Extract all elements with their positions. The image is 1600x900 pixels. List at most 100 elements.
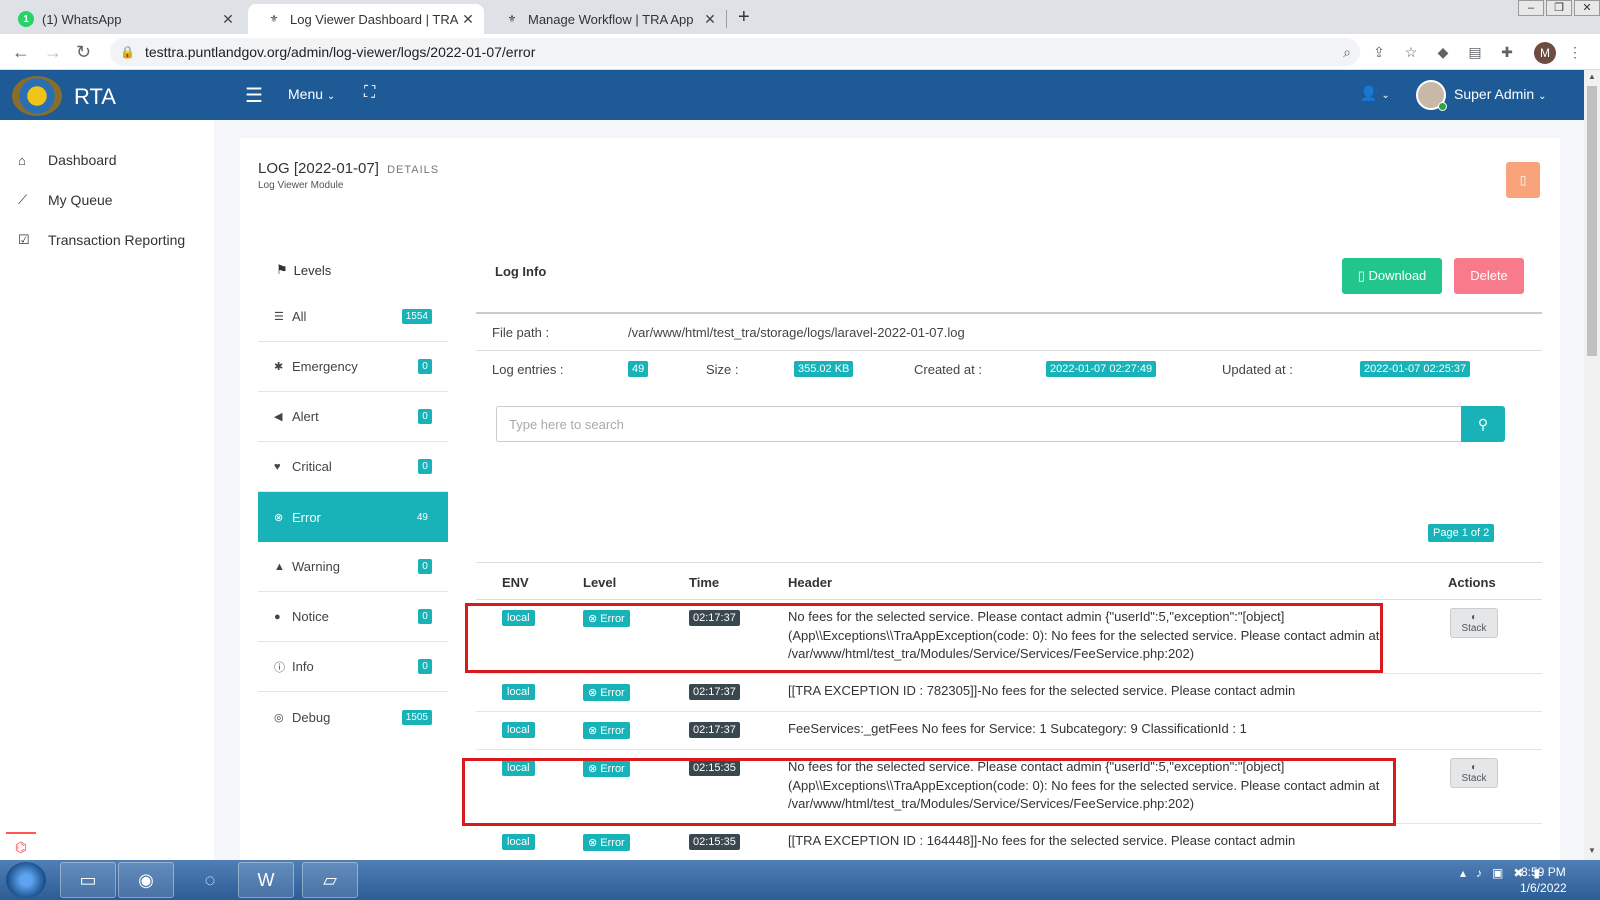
column-header-env[interactable]: ENV: [502, 575, 529, 590]
user-icon: 👤: [1360, 85, 1378, 101]
log-entries-table: ENV Level Time Header Actions local ⊗ Er…: [476, 562, 1542, 862]
fullscreen-icon[interactable]: ⛶: [364, 84, 375, 102]
minimize-icon[interactable]: –: [1518, 0, 1544, 16]
sidebar-item-transaction-reporting[interactable]: ☑ Transaction Reporting: [18, 232, 185, 248]
new-tab-button[interactable]: +: [738, 6, 750, 29]
browser-tab-whatsapp[interactable]: 1 (1) WhatsApp ✕: [0, 4, 244, 34]
level-badge: ⊗ Error: [583, 760, 630, 777]
level-item-warning[interactable]: ▲ Warning 0: [258, 542, 448, 592]
tab-title: Log Viewer Dashboard | TRA App: [290, 11, 460, 27]
sidebar-item-my-queue[interactable]: ⟋ My Queue: [18, 192, 113, 208]
times-circle-icon: ⊗: [588, 837, 601, 849]
level-item-debug[interactable]: ◎ Debug 1505: [258, 692, 448, 742]
browser-profile-avatar[interactable]: M: [1534, 42, 1556, 64]
notes-taskbar-icon[interactable]: ▱: [302, 862, 358, 898]
level-item-critical[interactable]: ♥ Critical 0: [258, 442, 448, 492]
hamburger-icon[interactable]: ☰: [245, 83, 263, 108]
updated-label: Updated at :: [1222, 362, 1293, 377]
taskbar-clock[interactable]: 8:59 PM 1/6/2022: [1520, 864, 1567, 896]
sidebar-item-label: My Queue: [48, 192, 113, 208]
env-badge: local: [502, 834, 535, 850]
level-item-info[interactable]: ⓘ Info 0: [258, 642, 448, 692]
log-entries-badge: 49: [628, 361, 649, 377]
updated-badge: 2022-01-07 02:25:37: [1360, 361, 1471, 377]
scroll-up-arrow-icon[interactable]: ▲: [1584, 72, 1600, 81]
zoom-icon[interactable]: ⌕: [1338, 44, 1356, 61]
stack-toggle-button[interactable]: ◐ Stack: [1450, 758, 1498, 788]
download-label: Download: [1368, 268, 1427, 283]
url-omnibox[interactable]: 🔒 testtra.puntlandgov.org/admin/log-view…: [110, 38, 1360, 66]
level-badge: ⊗ Error: [583, 834, 630, 851]
sidebar-item-dashboard[interactable]: ⌂ Dashboard: [18, 152, 117, 168]
share-icon[interactable]: ⇪: [1370, 44, 1388, 61]
close-window-icon[interactable]: ✕: [1574, 0, 1600, 16]
level-label: Debug: [292, 709, 331, 725]
level-item-error[interactable]: ⊗ Error 49: [258, 492, 448, 542]
back-arrow-icon[interactable]: ←: [12, 42, 30, 63]
bookmark-star-icon[interactable]: ☆: [1402, 44, 1420, 61]
delete-button[interactable]: Delete: [1454, 258, 1524, 294]
close-icon[interactable]: ✕: [702, 11, 718, 28]
user-menu[interactable]: 👤 ⌄: [1360, 85, 1390, 102]
chrome-taskbar-icon[interactable]: ◉: [118, 862, 174, 898]
search-button[interactable]: ⚲: [1461, 406, 1505, 442]
puzzle-icon[interactable]: ✚: [1498, 44, 1516, 61]
column-header-time[interactable]: Time: [689, 575, 719, 590]
lock-icon[interactable]: 🔒: [120, 45, 135, 59]
page-title: LOG [2022-01-07] DETAILS: [258, 160, 439, 177]
scroll-down-arrow-icon[interactable]: ▼: [1584, 846, 1600, 855]
exclamation-circle-icon: ●: [274, 610, 281, 623]
search-input[interactable]: [496, 406, 1462, 442]
volume-icon[interactable]: ♪: [1476, 866, 1482, 880]
toggle-icon: ◐: [1470, 612, 1478, 623]
level-count-badge: 0: [418, 559, 432, 574]
level-count-badge: 1505: [401, 709, 432, 725]
level-label: All: [292, 309, 307, 324]
menu-dropdown[interactable]: Menu ⌄: [288, 86, 335, 102]
brand-name[interactable]: RTA: [74, 84, 116, 110]
column-header-header[interactable]: Header: [788, 575, 832, 590]
page-scrollbar[interactable]: ▲ ▼: [1584, 70, 1600, 860]
chevron-down-icon: ⌄: [1538, 91, 1547, 102]
file-explorer-taskbar-icon[interactable]: ▭: [60, 862, 116, 898]
url-text[interactable]: testtra.puntlandgov.org/admin/log-viewer…: [145, 44, 535, 60]
table-row: local ⊗ Error 02:15:35 [[TRA EXCEPTION I…: [476, 824, 1542, 862]
laravel-debugbar-icon[interactable]: ⌬: [6, 832, 36, 860]
download-button[interactable]: ▯ Download: [1342, 258, 1442, 294]
orange-action-button[interactable]: ▯: [1506, 162, 1540, 198]
extension-shield-icon[interactable]: ◆: [1434, 44, 1452, 61]
os-taskbar: ▭ ◉ ◌ W ▱ ▴ ♪ ▣ ✖ ▮ 8:59 PM 1/6/2022: [0, 860, 1600, 900]
device-icon[interactable]: ▣: [1492, 866, 1503, 880]
word-taskbar-icon[interactable]: W: [238, 862, 294, 898]
page-indicator-badge: Page 1 of 2: [1428, 524, 1495, 542]
reload-icon[interactable]: ↻: [76, 42, 91, 63]
browser-tab-bar: 1 (1) WhatsApp ✕ ⚜ Log Viewer Dashboard …: [0, 0, 1600, 34]
browser-tab-log-viewer[interactable]: ⚜ Log Viewer Dashboard | TRA App ✕: [248, 4, 484, 34]
tab-separator: [726, 10, 727, 28]
table-header-row: ENV Level Time Header Actions: [476, 562, 1542, 600]
level-item-notice[interactable]: ● Notice 0: [258, 592, 448, 642]
forward-arrow-icon[interactable]: →: [44, 42, 62, 63]
restore-icon[interactable]: ❐: [1546, 0, 1572, 16]
level-item-alert[interactable]: ◀ Alert 0: [258, 392, 448, 442]
more-vert-icon[interactable]: ⋮: [1566, 44, 1584, 61]
close-icon[interactable]: ✕: [460, 11, 476, 28]
emblem-logo[interactable]: [12, 76, 62, 116]
start-button[interactable]: [6, 862, 46, 898]
tray-arrow-icon[interactable]: ▴: [1460, 866, 1466, 880]
env-badge: local: [502, 760, 535, 776]
column-header-level[interactable]: Level: [583, 575, 616, 590]
clipboard-icon[interactable]: ▤: [1466, 44, 1484, 61]
life-ring-icon: ◎: [274, 711, 284, 724]
edge-taskbar-icon[interactable]: ◌: [182, 862, 238, 898]
stack-toggle-button[interactable]: ◐ Stack: [1450, 608, 1498, 638]
emblem-icon: ⚜: [507, 13, 517, 25]
scroll-thumb[interactable]: [1587, 86, 1597, 356]
level-item-emergency[interactable]: ✱ Emergency 0: [258, 342, 448, 392]
level-item-all[interactable]: ☰ All 1554: [258, 292, 448, 342]
level-label: Error: [292, 509, 321, 525]
user-dropdown[interactable]: Super Admin ⌄: [1454, 86, 1546, 102]
browser-tab-manage-workflow[interactable]: ⚜ Manage Workflow | TRA App ✕: [486, 4, 726, 34]
close-icon[interactable]: ✕: [220, 11, 236, 28]
level-badge-text: Error: [600, 837, 625, 849]
